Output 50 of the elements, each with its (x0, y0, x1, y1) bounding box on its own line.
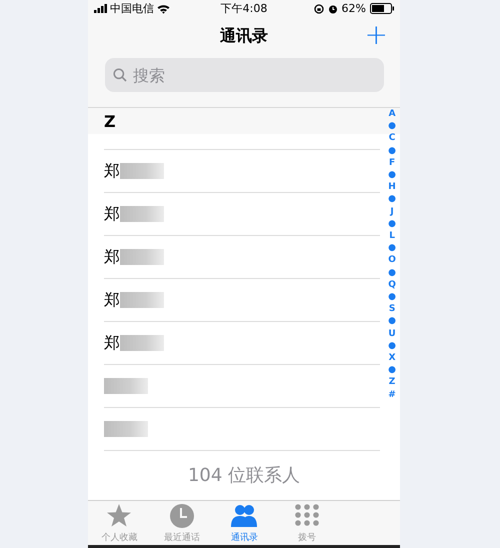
rotation-lock-icon (314, 4, 324, 14)
index-letter[interactable]: ● (386, 291, 398, 304)
tab-button[interactable]: 最近通话 (150, 501, 213, 545)
index-letter[interactable]: ● (386, 193, 398, 206)
index-letter[interactable]: U (386, 328, 398, 340)
contact-name[interactable]: 郑 (104, 290, 120, 310)
index-letter[interactable]: ● (386, 266, 398, 279)
clock-icon (168, 503, 195, 529)
index-letter[interactable]: C (386, 132, 398, 145)
contact-name[interactable]: 郑 (104, 332, 120, 354)
signal-icon (94, 4, 107, 13)
add-contact-button[interactable]: + (364, 19, 388, 51)
tab-button[interactable]: 通讯录 (213, 501, 276, 545)
index-letter[interactable]: ● (386, 364, 398, 376)
people-icon (231, 503, 258, 529)
contact-name[interactable]: 郑 (104, 204, 120, 224)
index-letter[interactable]: A (386, 108, 398, 120)
tab-button[interactable]: 拨号 (276, 501, 338, 545)
index-letter[interactable]: ● (386, 315, 398, 328)
index-letter[interactable]: ● (386, 169, 398, 182)
wifi-icon (157, 4, 170, 14)
index-letter[interactable]: ● (386, 242, 398, 254)
search-field[interactable]: 搜索 (105, 58, 384, 92)
index-letter[interactable]: F (386, 156, 398, 170)
status-time: 下午4:08 (220, 2, 268, 15)
contact-name[interactable]: 郑 (104, 160, 120, 182)
index-letter[interactable]: X (386, 352, 398, 364)
index-letter[interactable]: Z (386, 376, 398, 389)
index-letter[interactable]: S (386, 303, 398, 316)
index-letter[interactable]: O (386, 254, 398, 267)
contact-name[interactable]: 郑 (104, 246, 120, 268)
contact-count: 104 位联系人 (188, 465, 300, 486)
carrier-name: 中国电信 (110, 1, 154, 16)
index-letter[interactable]: H (386, 181, 398, 194)
battery-percent: 62% (342, 2, 366, 15)
page-title: 通讯录 (220, 26, 268, 46)
battery-icon (370, 3, 394, 14)
section-letter: Z (104, 112, 116, 130)
index-letter[interactable]: J (388, 206, 396, 218)
index-letter[interactable]: L (387, 230, 397, 242)
index-letter[interactable]: Q (386, 278, 398, 292)
index-letter[interactable]: ● (386, 120, 398, 132)
star-icon (106, 503, 132, 529)
index-letter[interactable]: # (386, 388, 398, 401)
tab-button[interactable]: 个人收藏 (88, 501, 150, 545)
index-letter[interactable]: ● (386, 144, 398, 157)
alarm-icon (328, 4, 338, 14)
index-letter[interactable]: ● (386, 340, 398, 352)
index-letter[interactable]: ● (386, 218, 398, 230)
search-icon (113, 68, 127, 82)
